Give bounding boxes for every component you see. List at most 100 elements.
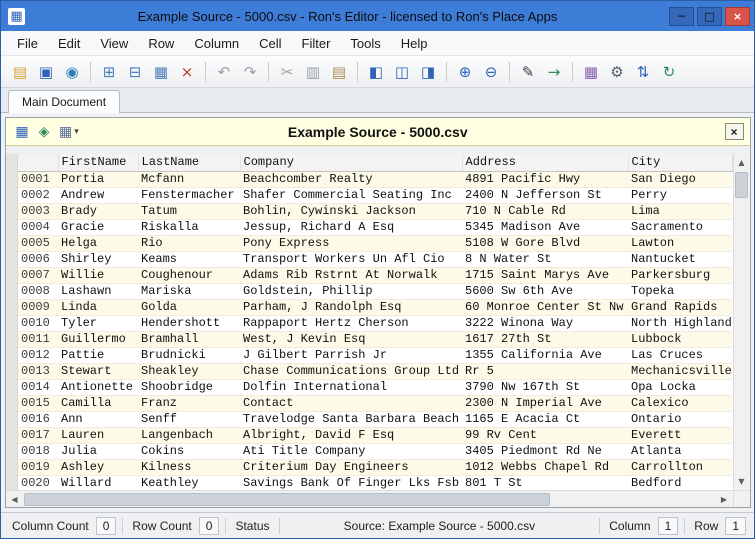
table-cell[interactable]: Hendershott	[138, 316, 240, 332]
scroll-left-icon[interactable]: ◀	[6, 491, 23, 508]
table-cell[interactable]: Calexico	[628, 396, 732, 412]
table-cell[interactable]: North Highland	[628, 316, 732, 332]
table-cell[interactable]: 3405 Piedmont Rd Ne	[462, 444, 628, 460]
app-icon[interactable]: ▦	[8, 7, 25, 25]
cut-icon[interactable]: ✂	[275, 60, 299, 84]
document-close-button[interactable]: ×	[724, 123, 744, 140]
edit-cell-icon[interactable]: ✎	[516, 60, 540, 84]
table-cell[interactable]: Bedford	[628, 476, 732, 490]
maximize-button[interactable]: □	[697, 6, 722, 26]
table-cell[interactable]: Gracie	[58, 220, 138, 236]
bookmark-icon[interactable]: ◈	[34, 122, 54, 142]
insert-row-icon[interactable]: ⊞	[97, 60, 121, 84]
menu-row[interactable]: Row	[138, 33, 184, 54]
paste-icon[interactable]: ▤	[327, 60, 351, 84]
sort-rows-icon[interactable]: ⇅	[631, 60, 655, 84]
table-cell[interactable]: Ann	[58, 412, 138, 428]
table-cell[interactable]: J Gilbert Parrish Jr	[240, 348, 462, 364]
table-cell[interactable]: Tyler	[58, 316, 138, 332]
table-cell[interactable]: Riskalla	[138, 220, 240, 236]
table-cell[interactable]: Lashawn	[58, 284, 138, 300]
table-cell[interactable]: Opa Locka	[628, 380, 732, 396]
table-cell[interactable]: Perry	[628, 188, 732, 204]
row-number[interactable]: 0012	[18, 348, 58, 364]
row-number[interactable]: 0008	[18, 284, 58, 300]
table-cell[interactable]: Rio	[138, 236, 240, 252]
menu-column[interactable]: Column	[184, 33, 249, 54]
row-number[interactable]: 0020	[18, 476, 58, 490]
table-cell[interactable]: Mariska	[138, 284, 240, 300]
table-cell[interactable]: Helga	[58, 236, 138, 252]
table-cell[interactable]: 1165 E Acacia Ct	[462, 412, 628, 428]
row-number[interactable]: 0018	[18, 444, 58, 460]
column-header-address[interactable]: Address	[462, 154, 629, 172]
undo-icon[interactable]: ↶	[212, 60, 236, 84]
table-cell[interactable]: Guillermo	[58, 332, 138, 348]
row-number[interactable]: 0016	[18, 412, 58, 428]
table-cell[interactable]: Atlanta	[628, 444, 732, 460]
split-view-icon[interactable]: ◫	[390, 60, 414, 84]
table-cell[interactable]: 2400 N Jefferson St	[462, 188, 628, 204]
table-cell[interactable]: Ontario	[628, 412, 732, 428]
table-cell[interactable]: Chase Communications Group Ltd	[240, 364, 462, 380]
menu-edit[interactable]: Edit	[48, 33, 90, 54]
table-cell[interactable]: 5345 Madison Ave	[462, 220, 628, 236]
table-cell[interactable]: Willie	[58, 268, 138, 284]
horizontal-scrollbar[interactable]: ◀ ▶	[6, 491, 733, 507]
table-cell[interactable]: 2300 N Imperial Ave	[462, 396, 628, 412]
row-number[interactable]: 0001	[18, 172, 58, 188]
table-cell[interactable]: Topeka	[628, 284, 732, 300]
table-cell[interactable]: Cokins	[138, 444, 240, 460]
menu-filter[interactable]: Filter	[292, 33, 341, 54]
table-cell[interactable]: Las Cruces	[628, 348, 732, 364]
table-grid-icon[interactable]: ▦	[149, 60, 173, 84]
table-cell[interactable]: Rappaport Hertz Cherson	[240, 316, 462, 332]
table-cell[interactable]: Langenbach	[138, 428, 240, 444]
row-number[interactable]: 0009	[18, 300, 58, 316]
table-cell[interactable]: Lawton	[628, 236, 732, 252]
table-cell[interactable]: Mcfann	[138, 172, 240, 188]
table-cell[interactable]: Pony Express	[240, 236, 462, 252]
table-cell[interactable]: Stewart	[58, 364, 138, 380]
refresh-data-icon[interactable]: ↻	[657, 60, 681, 84]
scroll-right-icon[interactable]: ▶	[716, 491, 733, 508]
row-number[interactable]: 0013	[18, 364, 58, 380]
table-cell[interactable]: Portia	[58, 172, 138, 188]
table-cell[interactable]: 1715 Saint Marys Ave	[462, 268, 628, 284]
menu-cell[interactable]: Cell	[249, 33, 291, 54]
table-cell[interactable]: Linda	[58, 300, 138, 316]
delete-icon[interactable]: ×	[175, 60, 199, 84]
column-header-city[interactable]: City	[628, 154, 733, 172]
table-cell[interactable]: Everett	[628, 428, 732, 444]
tab-main-document[interactable]: Main Document	[8, 90, 121, 113]
row-number[interactable]: 0007	[18, 268, 58, 284]
column-header-company[interactable]: Company	[240, 154, 463, 172]
table-cell[interactable]: Kilness	[138, 460, 240, 476]
copy-icon[interactable]: ▥	[301, 60, 325, 84]
table-edit-icon[interactable]: ▦	[579, 60, 603, 84]
table-cell[interactable]: Contact	[240, 396, 462, 412]
split-right-icon[interactable]: ◨	[416, 60, 440, 84]
save-file-icon[interactable]: ▣	[34, 60, 58, 84]
table-cell[interactable]: 3222 Winona Way	[462, 316, 628, 332]
table-cell[interactable]: Golda	[138, 300, 240, 316]
table-cell[interactable]: Mechanicsville	[628, 364, 732, 380]
table-cell[interactable]: Parkersburg	[628, 268, 732, 284]
table-cell[interactable]: West, J Kevin Esq	[240, 332, 462, 348]
row-number[interactable]: 0005	[18, 236, 58, 252]
grid-options-icon[interactable]: ▦ ▾	[56, 122, 82, 142]
row-number[interactable]: 0017	[18, 428, 58, 444]
table-cell[interactable]: 801 T St	[462, 476, 628, 490]
table-cell[interactable]: Parham, J Randolph Esq	[240, 300, 462, 316]
table-cell[interactable]: 1355 California Ave	[462, 348, 628, 364]
table-cell[interactable]: Andrew	[58, 188, 138, 204]
redo-icon[interactable]: ↷	[238, 60, 262, 84]
table-cell[interactable]: 4891 Pacific Hwy	[462, 172, 628, 188]
table-cell[interactable]: Goldstein, Phillip	[240, 284, 462, 300]
row-number[interactable]: 0019	[18, 460, 58, 476]
column-header-firstname[interactable]: FirstName	[58, 154, 139, 172]
row-number[interactable]: 0011	[18, 332, 58, 348]
row-number[interactable]: 0003	[18, 204, 58, 220]
table-cell[interactable]: Lubbock	[628, 332, 732, 348]
table-cell[interactable]: Sheakley	[138, 364, 240, 380]
